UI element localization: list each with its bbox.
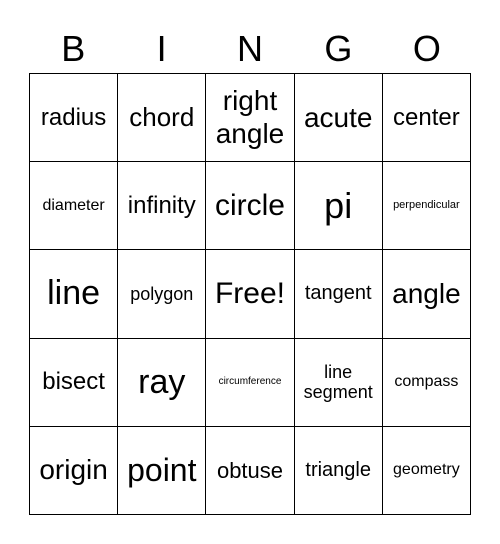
bingo-cell[interactable]: polygon <box>118 250 207 339</box>
bingo-cell[interactable]: line segment <box>294 338 383 427</box>
bingo-cell[interactable]: point <box>118 426 207 515</box>
bingo-cell[interactable]: diameter <box>30 162 119 251</box>
bingo-cell[interactable]: bisect <box>30 338 119 427</box>
bingo-cell[interactable]: acute <box>294 74 383 163</box>
bingo-cell[interactable]: ray <box>118 338 207 427</box>
bingo-cell[interactable]: radius <box>30 74 119 163</box>
bingo-cell[interactable]: geometry <box>382 426 471 515</box>
bingo-cell[interactable]: right angle <box>206 74 295 163</box>
bingo-cell[interactable]: circle <box>206 162 295 251</box>
header-letter-n: N <box>237 28 264 69</box>
bingo-cell[interactable]: infinity <box>118 162 207 251</box>
header-letter-b: B <box>61 28 86 69</box>
bingo-cell[interactable]: Free! <box>206 250 295 339</box>
header-letter-o: O <box>412 28 441 69</box>
bingo-cell[interactable]: origin <box>30 426 119 515</box>
bingo-cell[interactable]: pi <box>294 162 383 251</box>
bingo-cell[interactable]: obtuse <box>206 426 295 515</box>
header-letter-g: G <box>324 28 353 69</box>
bingo-cell[interactable]: center <box>382 74 471 163</box>
bingo-cell[interactable]: chord <box>118 74 207 163</box>
bingo-cell[interactable]: triangle <box>294 426 383 515</box>
bingo-header: B I N G O <box>29 26 471 72</box>
bingo-cell[interactable]: tangent <box>294 250 383 339</box>
header-letter-i: I <box>156 28 167 69</box>
bingo-cell[interactable]: line <box>30 250 119 339</box>
bingo-cell[interactable]: circumference <box>206 338 295 427</box>
bingo-cell[interactable]: angle <box>382 250 471 339</box>
bingo-grid: radius chord right angle acute center diamete… <box>29 73 471 515</box>
bingo-cell[interactable]: perpendicular <box>382 162 471 251</box>
bingo-cell[interactable]: compass <box>382 338 471 427</box>
